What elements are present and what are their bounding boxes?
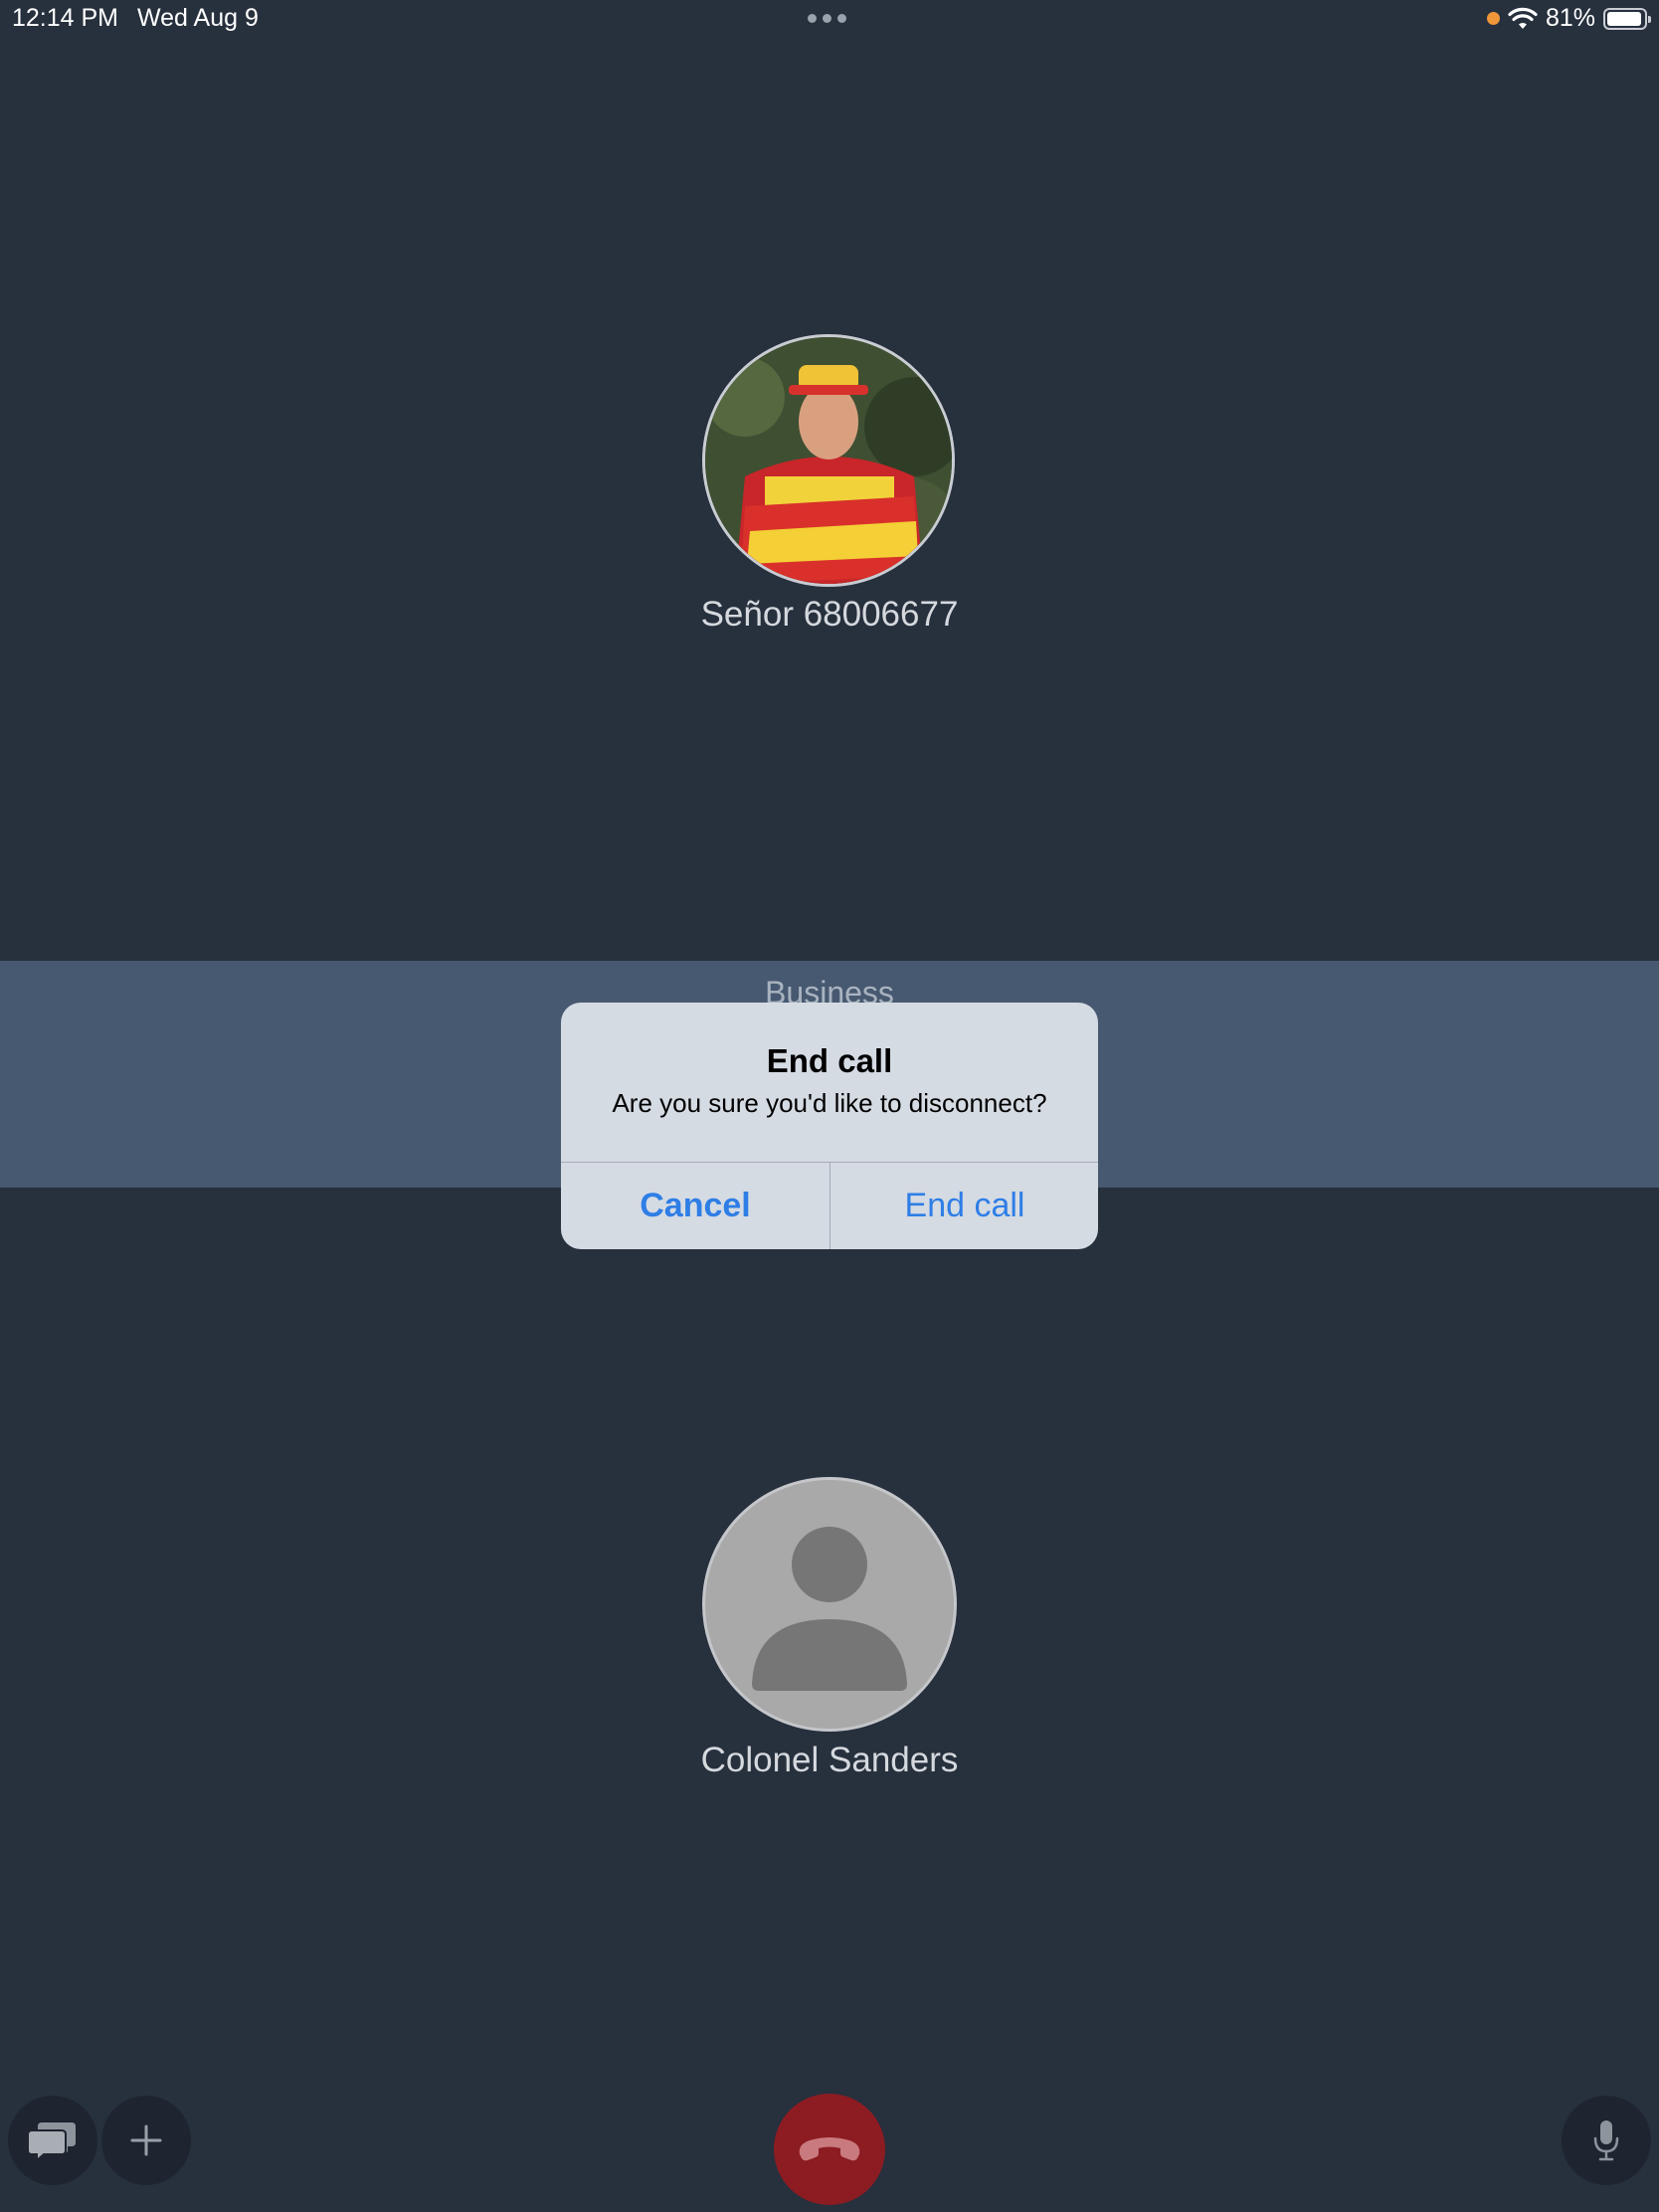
end-call-dialog: End call Are you sure you'd like to disc… — [561, 1003, 1098, 1249]
microphone-button[interactable] — [1562, 2096, 1651, 2185]
participant-name-bottom: Colonel Sanders — [700, 1741, 959, 1779]
status-bar: 12:14 PM Wed Aug 9 81% — [0, 0, 1659, 40]
phone-hangup-icon — [799, 2137, 860, 2161]
plus-icon — [130, 2124, 162, 2156]
participant-avatar-placeholder — [702, 1477, 957, 1732]
battery-icon — [1603, 7, 1651, 30]
chat-bubbles-icon — [28, 2122, 76, 2162]
multitasking-dots-icon[interactable] — [808, 14, 846, 23]
chat-button[interactable] — [8, 2096, 97, 2185]
privacy-indicator-icon — [1486, 12, 1500, 25]
person-placeholder-icon — [752, 1527, 907, 1691]
status-time: 12:14 PM — [12, 4, 119, 32]
status-indicators: 81% — [1486, 4, 1651, 33]
wifi-icon — [1508, 7, 1538, 29]
participant-avatar-photo — [702, 334, 955, 587]
cancel-button[interactable]: Cancel — [561, 1163, 830, 1249]
dialog-title: End call — [766, 1042, 893, 1079]
dialog-message: Are you sure you'd like to disconnect? — [612, 1088, 1047, 1118]
end-call-button[interactable]: End call — [830, 1163, 1098, 1249]
microphone-icon — [1593, 2120, 1619, 2161]
battery-percent: 81% — [1545, 4, 1595, 32]
participant-name-top: Señor 68006677 — [700, 595, 959, 634]
status-date: Wed Aug 9 — [137, 4, 259, 32]
add-participant-button[interactable] — [101, 2096, 191, 2185]
hang-up-button[interactable] — [774, 2094, 885, 2205]
